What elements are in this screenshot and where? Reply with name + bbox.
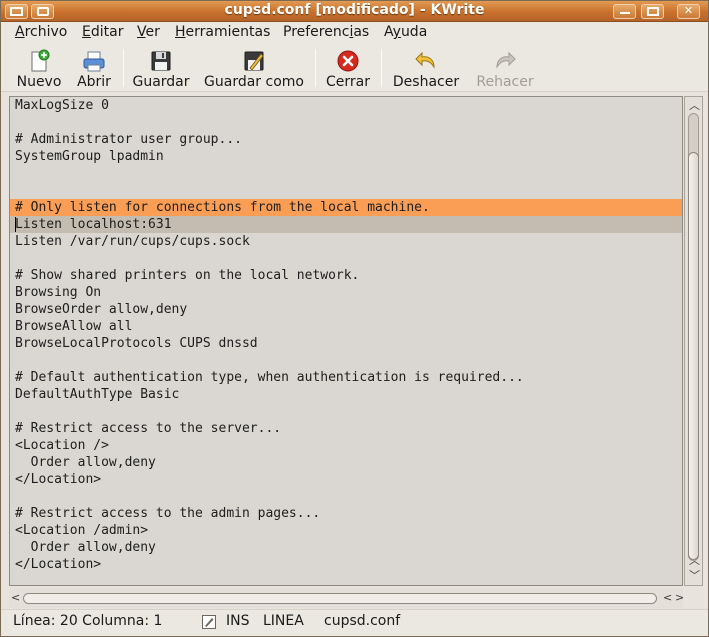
floppy-edit-icon [244, 51, 264, 71]
save-as-label: Guardar como [204, 74, 304, 90]
redo-button[interactable]: Rehacer [473, 47, 537, 90]
editor-line[interactable]: <Location /> [10, 437, 682, 454]
editor-line[interactable]: Listen /var/run/cups/cups.sock [10, 233, 682, 250]
menu-ayuda[interactable]: Ayuda [384, 24, 427, 40]
scroll-left-icon[interactable]: < [663, 591, 672, 604]
current-line-text: Listen localhost:631 [10, 216, 682, 233]
file-name: cupsd.conf [324, 613, 401, 629]
menu-archivo[interactable]: Archivo [15, 24, 67, 40]
editor-line[interactable]: # Administrator user group... [10, 131, 682, 148]
status-bar: Línea: 20 Columna: 1 INS LINEA cupsd.con… [1, 609, 708, 636]
toolbar: Nuevo Abrir Guardar Guardar como Cerrar … [1, 44, 708, 92]
undo-label: Deshacer [392, 74, 460, 90]
editor-line[interactable]: DefaultAuthType Basic [10, 386, 682, 403]
scroll-down-icon[interactable]: ﹀ [689, 567, 700, 583]
menu-editar[interactable]: Editar [82, 24, 123, 40]
close-window-button[interactable]: ✕ [677, 4, 700, 19]
toolbar-separator [123, 49, 124, 87]
modified-pen-icon [202, 615, 216, 629]
vertical-scrollbar[interactable]: ︿ ︿ ﹀ [684, 96, 703, 586]
selection-mode[interactable]: LINEA [263, 613, 304, 629]
scroll-right-icon[interactable]: > [675, 591, 684, 604]
minimize-icon [620, 12, 630, 14]
cursor-position: Línea: 20 Columna: 1 [13, 613, 163, 629]
editor-line[interactable] [10, 352, 682, 369]
editor-line[interactable]: # Restrict access to the admin pages... [10, 505, 682, 522]
red-close-icon [337, 50, 359, 72]
open-label: Abrir [77, 74, 111, 90]
insert-mode[interactable]: INS [226, 613, 250, 629]
redo-arrow-icon [496, 51, 516, 69]
minimize-button[interactable] [613, 4, 636, 19]
menu-bar: Archivo Editar Ver Herramientas Preferen… [1, 22, 708, 44]
title-bar[interactable]: cupsd.conf [modificado] - KWrite ✕ [1, 1, 708, 22]
editor-line[interactable]: BrowseLocalProtocols CUPS dnssd [10, 335, 682, 352]
menu-herramientas[interactable]: Herramientas [175, 24, 270, 40]
new-button[interactable]: Nuevo [11, 47, 67, 90]
close-button[interactable]: Cerrar [323, 47, 373, 90]
editor-line[interactable]: MaxLogSize 0 [10, 97, 682, 114]
open-button[interactable]: Abrir [73, 47, 115, 90]
scroll-up-icon[interactable]: ︿ [689, 97, 700, 113]
editor-line[interactable] [10, 488, 682, 505]
kwrite-window: cupsd.conf [modificado] - KWrite ✕ Archi… [0, 0, 709, 637]
scroll-thumb[interactable] [688, 152, 699, 560]
editor-line[interactable] [10, 250, 682, 267]
menu-ver[interactable]: Ver [137, 24, 160, 40]
editor-line[interactable]: Browsing On [10, 284, 682, 301]
editor-line[interactable]: # Show shared printers on the local netw… [10, 267, 682, 284]
toolbar-separator [315, 49, 316, 87]
toolbar-separator [381, 49, 382, 87]
editor-line[interactable]: </Location> [10, 471, 682, 488]
undo-button[interactable]: Deshacer [389, 47, 463, 90]
floppy-disk-icon [151, 51, 171, 71]
new-document-icon [31, 49, 50, 72]
close-label: Cerrar [326, 74, 370, 90]
horizontal-scrollbar[interactable]: < < > [9, 588, 684, 608]
editor-line[interactable] [10, 114, 682, 131]
save-button[interactable]: Guardar [129, 47, 193, 90]
editor-line[interactable]: # Restrict access to the server... [10, 420, 682, 437]
editor-line[interactable] [10, 182, 682, 199]
save-label: Guardar [132, 74, 190, 90]
close-icon: ✕ [683, 4, 694, 17]
editor-line[interactable] [10, 165, 682, 182]
current-line[interactable]: Listen localhost:631 [10, 216, 682, 233]
menu-preferencias[interactable]: Preferencias [283, 24, 369, 40]
maximize-button[interactable] [641, 4, 664, 19]
save-as-button[interactable]: Guardar como [201, 47, 307, 90]
horizontal-scroll-thumb[interactable] [23, 593, 657, 604]
printer-open-icon [83, 51, 105, 72]
text-cursor [15, 217, 16, 232]
editor-line[interactable]: Order allow,deny [10, 454, 682, 471]
editor-line[interactable]: SystemGroup lpadmin [10, 148, 682, 165]
scroll-left-icon[interactable]: < [11, 591, 20, 604]
undo-arrow-icon [415, 51, 435, 69]
editor-line[interactable]: BrowseAllow all [10, 318, 682, 335]
maximize-icon [647, 7, 659, 16]
editor-line[interactable] [10, 403, 682, 420]
scroll-up-icon[interactable]: ︿ [689, 552, 700, 568]
highlighted-line[interactable]: # Only listen for connections from the l… [10, 199, 682, 216]
editor-line[interactable]: BrowseOrder allow,deny [10, 301, 682, 318]
text-editor[interactable]: MaxLogSize 0 # Administrator user group.… [9, 96, 683, 586]
new-label: Nuevo [16, 74, 62, 90]
window-title: cupsd.conf [modificado] - KWrite [224, 2, 485, 18]
editor-line[interactable]: Order allow,deny [10, 539, 682, 556]
redo-label: Rehacer [476, 74, 534, 90]
editor-line[interactable]: </Location> [10, 556, 682, 573]
editor-line[interactable]: # Default authentication type, when auth… [10, 369, 682, 386]
editor-line[interactable]: <Location /admin> [10, 522, 682, 539]
